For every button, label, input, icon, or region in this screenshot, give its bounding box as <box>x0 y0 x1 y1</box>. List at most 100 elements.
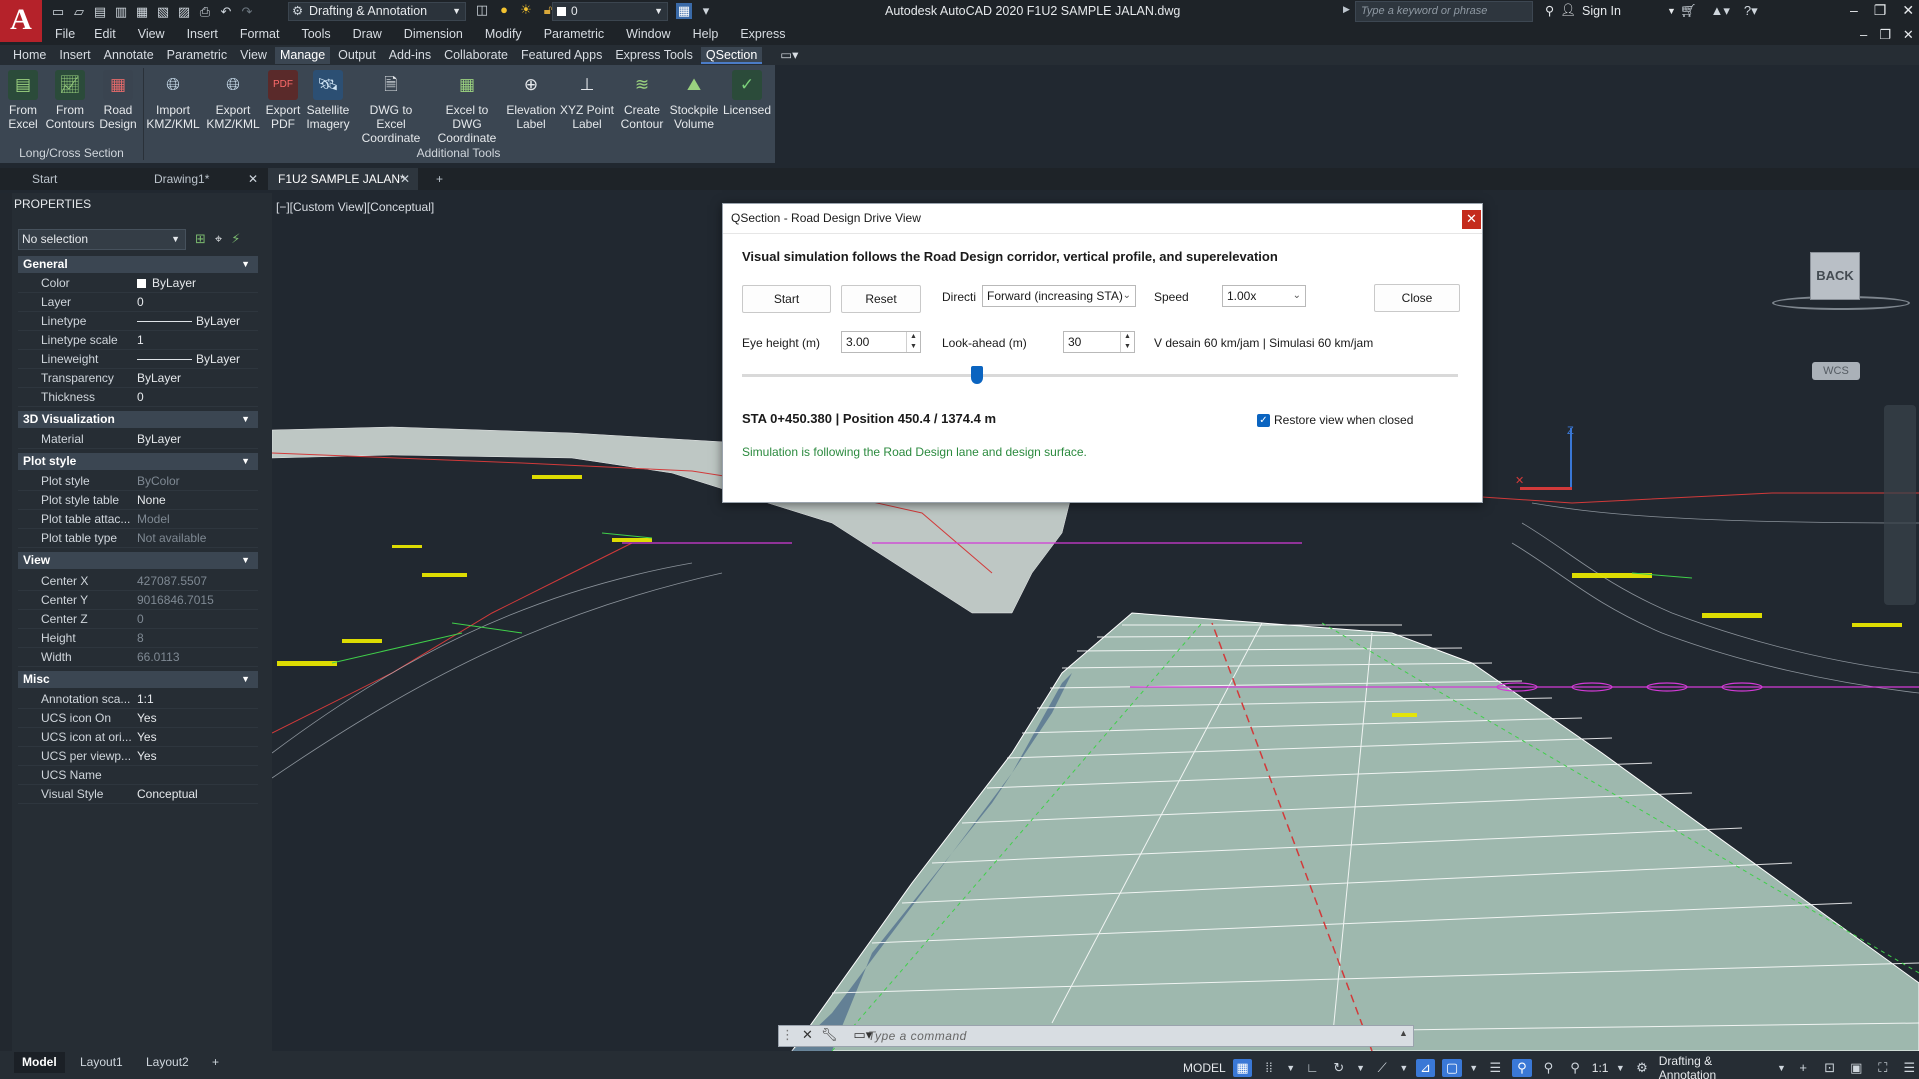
section-plot-style[interactable]: Plot style ▼ <box>18 453 258 470</box>
tab-home[interactable]: Home <box>8 47 51 64</box>
menu-insert[interactable]: Insert <box>187 27 218 41</box>
menu-modify[interactable]: Modify <box>485 27 522 41</box>
prop-row-ucs-icon-on[interactable]: UCS icon On Yes <box>18 709 258 728</box>
prop-row-center-y[interactable]: Center Y 9016846.7015 <box>18 591 258 610</box>
select-objects-icon[interactable]: ⌖ <box>215 231 222 247</box>
quick-select-icon[interactable]: ⚡︎ <box>231 231 240 247</box>
sign-in-label[interactable]: Sign In <box>1582 4 1621 18</box>
menu-view[interactable]: View <box>138 27 165 41</box>
close-icon[interactable]: ✕ <box>1902 2 1914 19</box>
object-snap-icon[interactable]: ▢ <box>1442 1059 1462 1077</box>
prop-row-color[interactable]: Color ByLayer <box>18 274 258 293</box>
command-input[interactable]: Type a command <box>868 1029 967 1043</box>
dropdown-icon[interactable]: ▼ <box>1399 1059 1409 1077</box>
plot-preview-icon[interactable]: ▧ <box>155 4 171 20</box>
import-kmz-button[interactable]: 🌐︎ Import KMZ/KML <box>146 70 200 131</box>
dialog-close-icon[interactable]: ✕ <box>1462 210 1481 229</box>
reset-button[interactable]: Reset <box>841 285 921 313</box>
menu-parametric[interactable]: Parametric <box>544 27 604 41</box>
autodesk-a360-icon[interactable]: ▲▾ <box>1711 3 1730 19</box>
save-icon[interactable]: ▤ <box>92 4 108 20</box>
status-workspace[interactable]: Drafting & Annotation <box>1659 1054 1770 1079</box>
workspace-select[interactable]: ⚙ Drafting & Annotation ▼ <box>288 2 466 21</box>
tab-output[interactable]: Output <box>333 47 381 64</box>
viewport-controls-label[interactable]: [−][Custom View][Conceptual] <box>276 200 434 214</box>
help-icon[interactable]: ?▾ <box>1744 3 1758 19</box>
annotation-visibility-icon[interactable]: ⚲ <box>1512 1059 1532 1077</box>
sun-icon[interactable]: ☀ <box>518 2 534 18</box>
excel-to-dwg-button[interactable]: ▦ Excel to DWG Coordinate <box>430 70 504 145</box>
layout-tab-layout2[interactable]: Layout2 <box>138 1052 197 1073</box>
undo-icon[interactable]: ↶ <box>218 4 234 20</box>
layer-properties-icon[interactable]: ◫ <box>474 2 490 18</box>
model-space-toggle[interactable]: MODEL <box>1183 1061 1226 1075</box>
wcs-menu[interactable]: WCS <box>1812 362 1860 380</box>
tab-collaborate[interactable]: Collaborate <box>439 47 513 64</box>
tab-parametric[interactable]: Parametric <box>162 47 232 64</box>
viewcube[interactable]: BACK <box>1810 252 1860 300</box>
prop-row-transparency[interactable]: Transparency ByLayer <box>18 369 258 388</box>
section-3d-visualization[interactable]: 3D Visualization ▼ <box>18 411 258 428</box>
grip-icon[interactable]: ⋮ <box>781 1027 794 1043</box>
new-tab-button[interactable]: + <box>426 168 456 190</box>
ortho-icon[interactable]: ∟ <box>1303 1059 1323 1077</box>
speed-select[interactable]: 1.00x ⌄ <box>1222 285 1306 307</box>
add-layout-button[interactable]: + <box>204 1052 227 1073</box>
open-file-icon[interactable]: ▱ <box>71 4 87 20</box>
toggle-pickadd-icon[interactable]: ⊞ <box>195 231 206 247</box>
isodraft-icon[interactable]: ⊿ <box>1415 1059 1436 1077</box>
close-icon[interactable]: ✕ <box>248 168 258 190</box>
prop-row-plot-style[interactable]: Plot style ByColor <box>18 472 258 491</box>
save-as-icon[interactable]: ▥ <box>113 4 129 20</box>
eye-height-stepper[interactable]: 3.00 ▲ ▼ <box>841 331 921 353</box>
progress-slider-thumb[interactable] <box>970 366 983 384</box>
menu-express[interactable]: Express <box>740 27 785 41</box>
annotation-scale[interactable]: 1:1 <box>1592 1061 1609 1075</box>
navigation-bar[interactable] <box>1884 405 1916 605</box>
publish-icon[interactable]: ▦ <box>134 4 150 20</box>
export-pdf-button[interactable]: PDF Export PDF <box>264 70 302 131</box>
prop-row-lineweight[interactable]: Lineweight ByLayer <box>18 350 258 369</box>
prop-row-plot-table-attached[interactable]: Plot table attac... Model <box>18 510 258 529</box>
section-general[interactable]: General ▼ <box>18 256 258 273</box>
prop-row-linetype-scale[interactable]: Linetype scale 1 <box>18 331 258 350</box>
spin-arrows-icon[interactable]: ▲ ▼ <box>1120 332 1134 352</box>
doc-tab-start[interactable]: Start <box>22 168 142 190</box>
layout-tab-model[interactable]: Model <box>14 1052 65 1073</box>
polar-icon[interactable]: ↻ <box>1329 1059 1349 1077</box>
ribbon-options-icon[interactable]: ▭▾ <box>775 47 803 64</box>
maximize-icon[interactable]: ❐ <box>1874 2 1887 19</box>
export-kmz-button[interactable]: 🌐︎ Export KMZ/KML <box>206 70 260 131</box>
prop-row-plot-style-table[interactable]: Plot style table None <box>18 491 258 510</box>
prop-row-material[interactable]: Material ByLayer <box>18 430 258 449</box>
tab-annotate[interactable]: Annotate <box>99 47 159 64</box>
spin-arrows-icon[interactable]: ▲ ▼ <box>906 332 920 352</box>
customize-status-icon[interactable]: ☰ <box>1900 1059 1919 1077</box>
section-view[interactable]: View ▼ <box>18 552 258 569</box>
binoculars-icon[interactable]: ⚲ <box>1545 3 1554 18</box>
annotation-monitor-icon[interactable]: ⚲ <box>1565 1059 1585 1077</box>
restore-view-label[interactable]: Restore view when closed <box>1274 413 1413 427</box>
dropdown-icon[interactable]: ▼ <box>1356 1059 1366 1077</box>
annotation-plus-icon[interactable]: + <box>1793 1059 1813 1077</box>
doc-minimize-icon[interactable]: – <box>1860 27 1867 43</box>
from-excel-button[interactable]: ▤ From Excel <box>4 70 42 131</box>
menu-edit[interactable]: Edit <box>94 27 116 41</box>
tab-addins[interactable]: Add-ins <box>384 47 436 64</box>
tab-express-tools[interactable]: Express Tools <box>610 47 698 64</box>
customize-wrench-icon[interactable]: 🔧︎ <box>821 1027 838 1043</box>
auto-scale-icon[interactable]: ⚲ <box>1539 1059 1559 1077</box>
panel-label-additional-tools[interactable]: Additional Tools <box>146 146 771 160</box>
new-file-icon[interactable]: ▭ <box>50 4 66 20</box>
satellite-imagery-button[interactable]: 🛰︎ Satellite Imagery <box>304 70 352 131</box>
panel-label-long-cross-section[interactable]: Long/Cross Section <box>0 146 143 160</box>
tab-view[interactable]: View <box>235 47 272 64</box>
selection-select[interactable]: No selection ▼ <box>18 229 186 250</box>
grid-icon[interactable]: ▦ <box>1232 1059 1253 1077</box>
from-contours-button[interactable]: 📈︎ From Contours <box>44 70 96 131</box>
prop-row-linetype[interactable]: Linetype ByLayer <box>18 312 258 331</box>
tab-manage[interactable]: Manage <box>274 47 331 64</box>
lookahead-stepper[interactable]: 30 ▲ ▼ <box>1063 331 1135 353</box>
dwg-to-excel-button[interactable]: 🗎︎ DWG to Excel Coordinate <box>354 70 428 145</box>
print-icon[interactable]: ⎙ <box>197 4 213 20</box>
